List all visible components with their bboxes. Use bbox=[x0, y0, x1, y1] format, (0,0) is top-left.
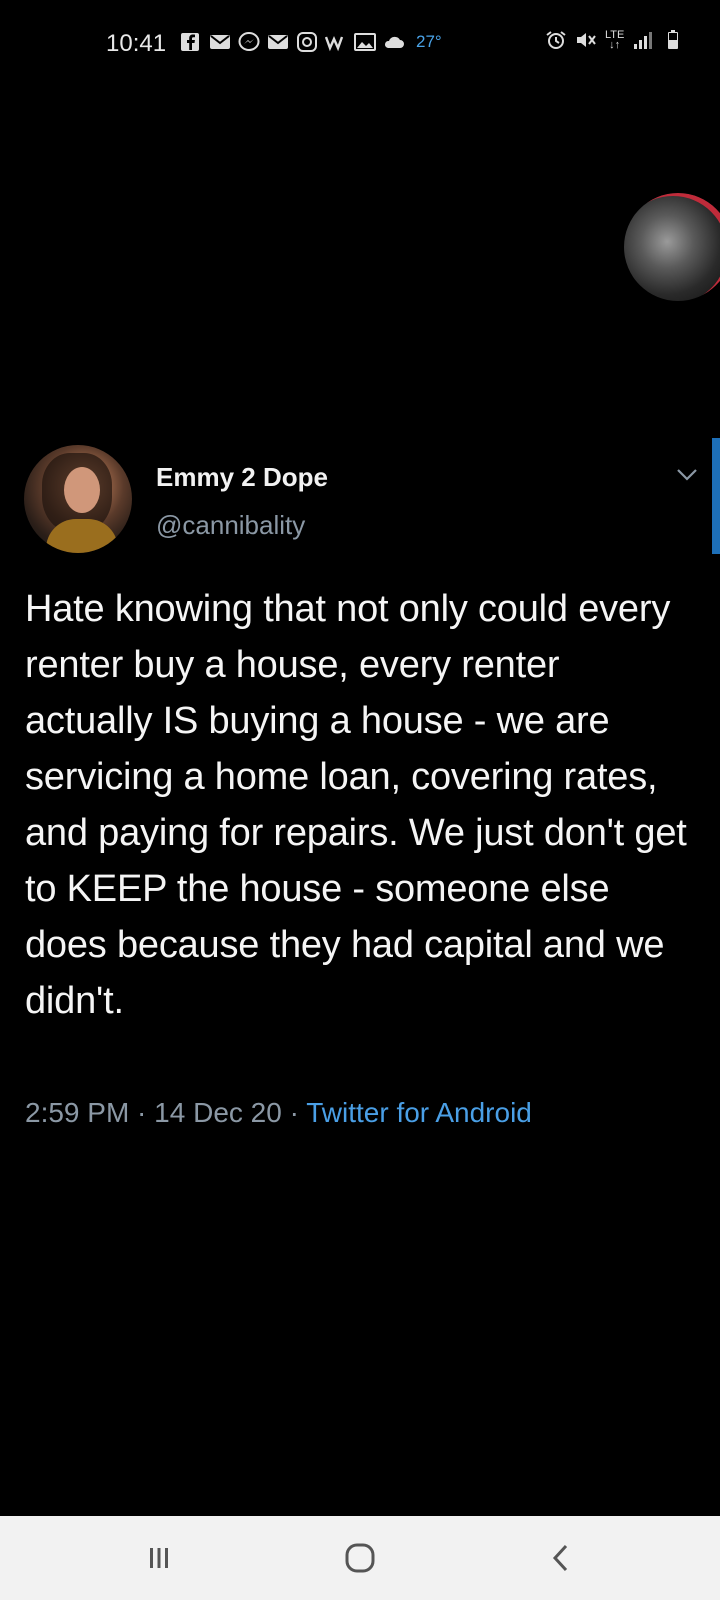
tweet-text: Hate knowing that not only could every r… bbox=[25, 588, 687, 1022]
back-icon bbox=[552, 1544, 568, 1572]
tweet-date: 14 Dec 20 bbox=[154, 1097, 282, 1128]
messenger-icon bbox=[238, 32, 260, 51]
battery-icon bbox=[668, 30, 679, 49]
status-time: 10:41 bbox=[106, 30, 167, 57]
temperature: 27° bbox=[416, 32, 442, 51]
tweet-time: 2:59 PM bbox=[25, 1097, 130, 1128]
meta-separator: · bbox=[281, 1097, 307, 1128]
system-icons: LTE ↓↑ bbox=[545, 29, 684, 51]
avatar-face bbox=[64, 467, 100, 513]
signal-icon bbox=[634, 32, 653, 49]
navigation-bar bbox=[0, 1516, 720, 1600]
tweet-source-link[interactable]: Twitter for Android bbox=[306, 1097, 532, 1128]
alarm-icon bbox=[546, 31, 566, 49]
webtoon-icon bbox=[325, 36, 344, 52]
chevron-down-icon[interactable] bbox=[676, 466, 698, 484]
facebook-icon bbox=[181, 33, 199, 51]
home-icon bbox=[345, 1543, 375, 1573]
user-handle[interactable]: @cannibality bbox=[156, 510, 305, 541]
tweet-meta: 2:59 PM · 14 Dec 20 · Twitter for Androi… bbox=[25, 1097, 532, 1129]
home-button[interactable] bbox=[340, 1538, 380, 1578]
instagram-icon bbox=[297, 32, 317, 52]
recent-apps-icon bbox=[150, 1548, 168, 1568]
recent-apps-button[interactable] bbox=[139, 1538, 179, 1578]
mail-icon bbox=[210, 35, 230, 49]
notification-icons: 27° bbox=[180, 32, 442, 52]
display-name[interactable]: Emmy 2 Dope bbox=[156, 462, 328, 493]
chat-head-bubble[interactable] bbox=[624, 193, 720, 301]
chat-head-ring bbox=[624, 193, 720, 301]
status-bar: 10:41 27° LTE ↓↑ bbox=[0, 0, 720, 90]
network-label: LTE bbox=[605, 29, 625, 41]
gallery-icon bbox=[354, 33, 376, 51]
meta-separator: · bbox=[129, 1097, 155, 1128]
mail-icon bbox=[268, 35, 288, 49]
lte-icon: LTE ↓↑ bbox=[605, 29, 625, 51]
back-button[interactable] bbox=[541, 1538, 581, 1578]
scroll-indicator bbox=[712, 438, 720, 554]
mute-icon bbox=[577, 33, 596, 47]
avatar[interactable] bbox=[24, 445, 132, 553]
cloud-icon bbox=[384, 36, 404, 48]
